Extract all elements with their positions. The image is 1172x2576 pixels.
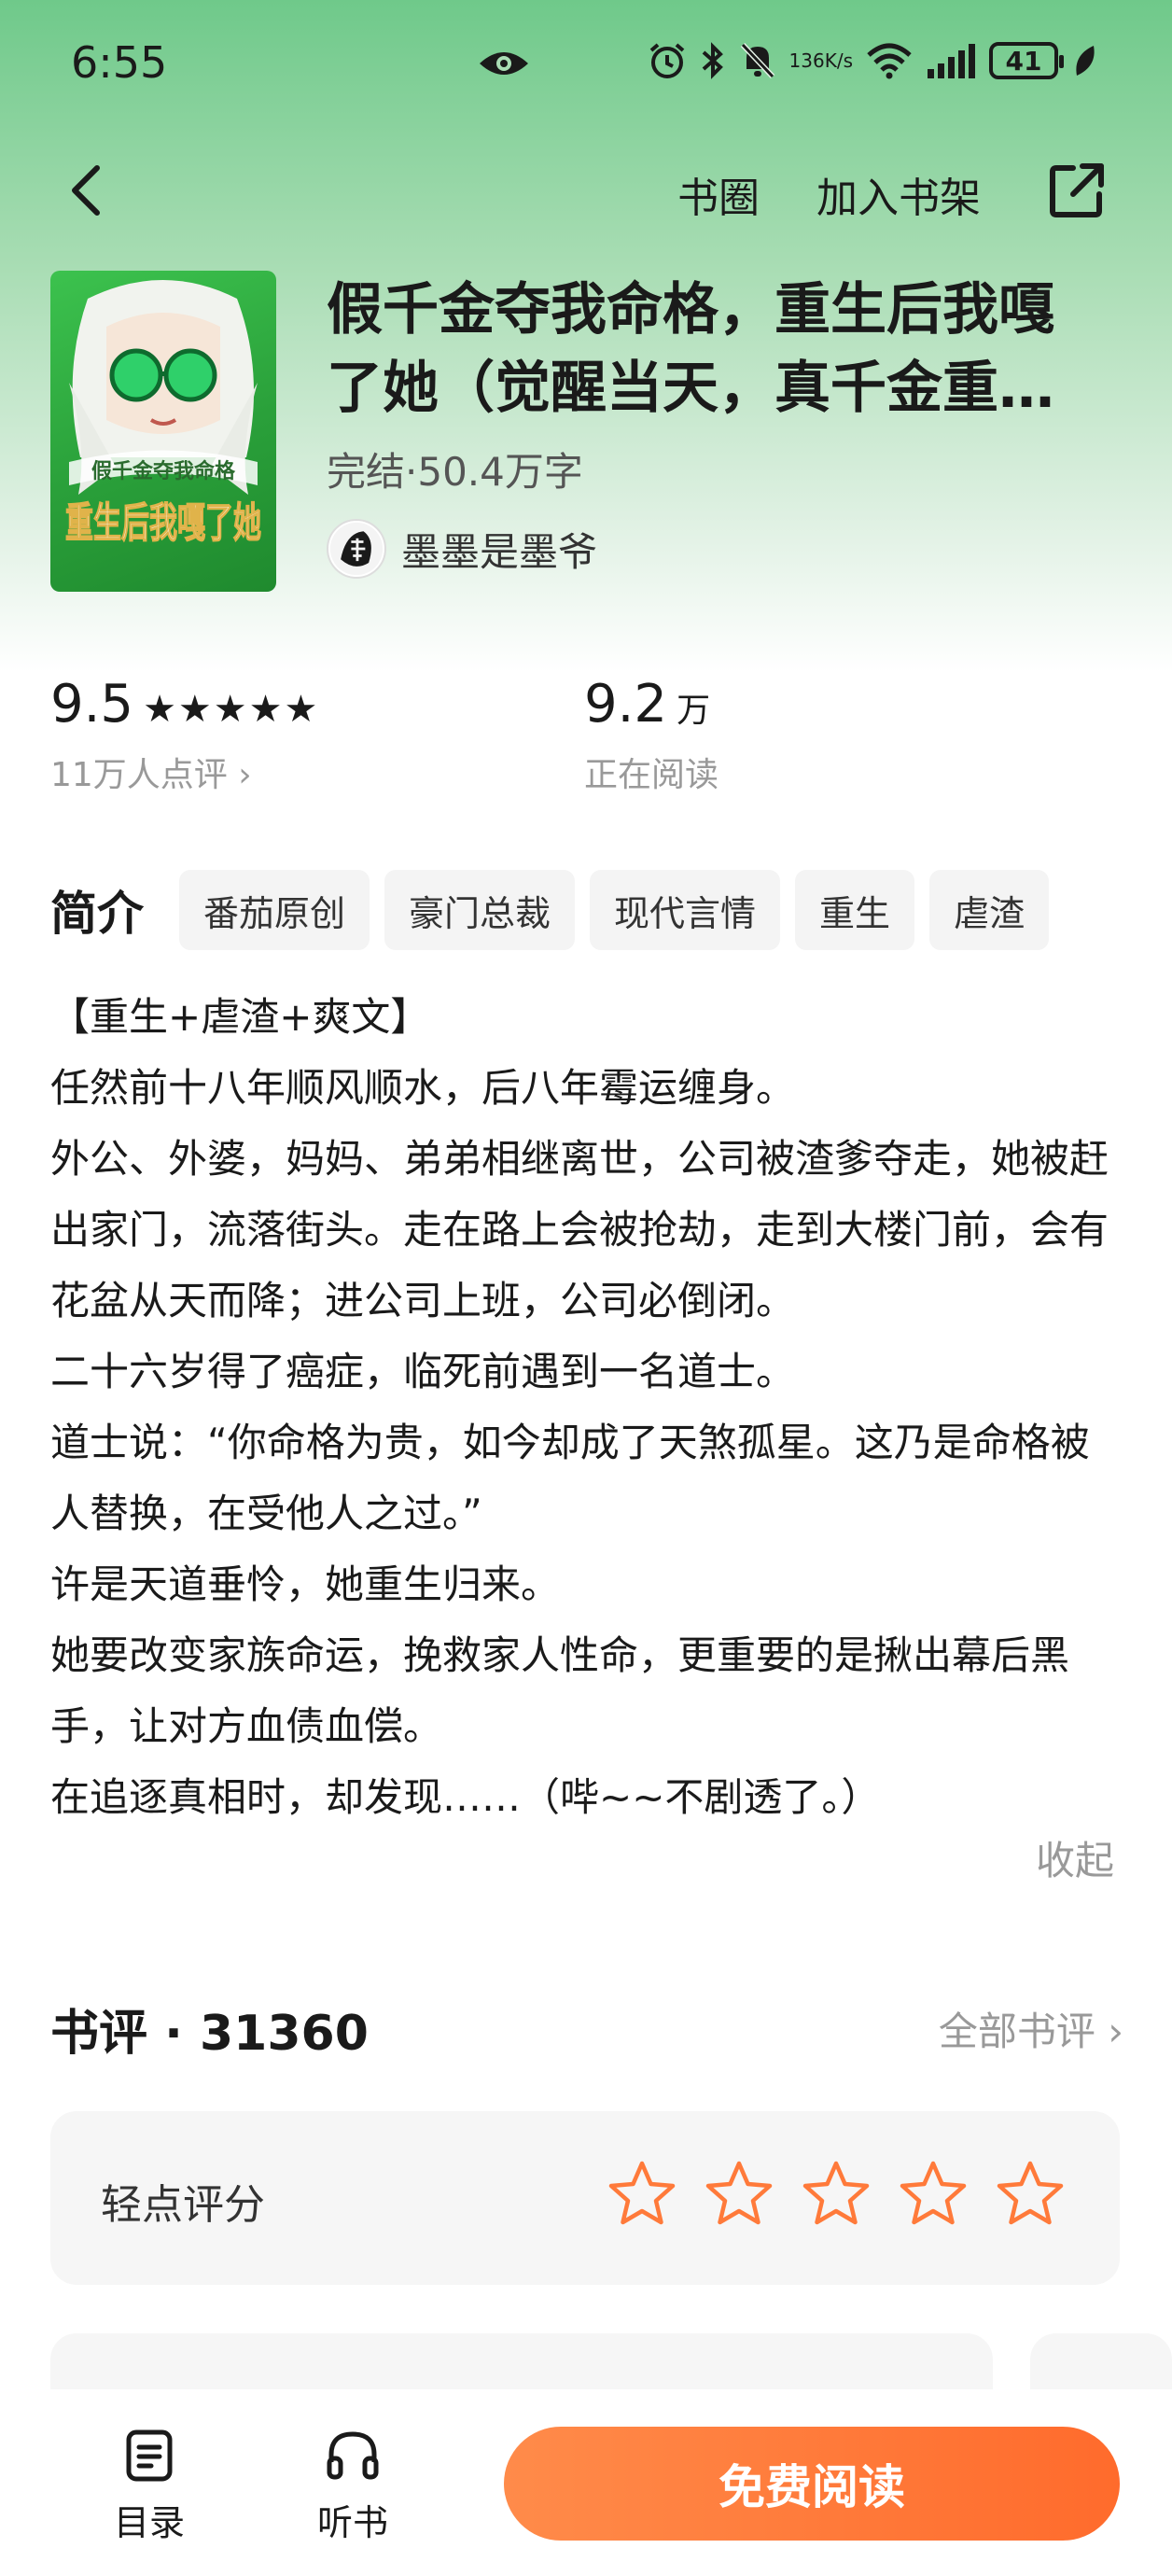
intro-heading: 简介 [50,887,144,941]
battery-indicator: 41 [989,42,1064,79]
readers-label: 正在阅读 [584,756,719,794]
star-outline-icon[interactable] [995,2158,1066,2229]
status-time: 6:55 [71,37,168,88]
rate-stars [607,2158,1066,2229]
back-button[interactable] [58,162,114,218]
nav-bar: 书圈 加入书架 [0,149,1172,233]
author-avatar [327,519,386,579]
share-icon [1050,163,1104,217]
star-outline-icon[interactable] [801,2158,872,2229]
cover-subtitle: 假千金夺我命格 [91,459,236,483]
readers-stat: 9.2 万 正在阅读 [584,674,719,796]
net-speed: 136 K/s [788,49,853,72]
author-name: 墨墨是墨爷 [401,528,598,575]
intro-row: 简介 番茄原创 豪门总裁 现代言情 重生 虐渣 [50,868,1133,952]
tag[interactable]: 虐渣 [929,870,1050,950]
signal-icon [926,43,976,78]
rating-stat[interactable]: 9.5 ★★★★★ 11万人点评 › [50,674,319,796]
list-icon [93,2429,205,2485]
listen-button[interactable]: 听书 [297,2429,409,2545]
share-button[interactable] [1047,161,1107,220]
free-read-button[interactable]: 免费阅读 [504,2427,1120,2541]
headphones-icon [297,2429,409,2485]
star-outline-icon[interactable] [704,2158,774,2229]
book-cover[interactable]: 假千金夺我命格 重生后我嘎了她 [50,271,276,592]
rating-stars: ★★★★★ [143,688,320,731]
bluetooth-icon [700,41,726,80]
collapse-button[interactable]: 收起 [1036,1829,1114,1886]
status-bar: 6:55 136 K/s 41 [0,0,1172,131]
chevron-right-icon: › [1095,2009,1123,2054]
star-outline-icon[interactable] [898,2158,969,2229]
rate-label: 轻点评分 [101,2181,265,2229]
toc-button[interactable]: 目录 [93,2429,205,2545]
rate-card: 轻点评分 [50,2111,1120,2285]
rating-count: 11万人点评 [50,756,228,794]
chevron-left-icon [72,165,100,216]
add-to-shelf-button[interactable]: 加入书架 [816,164,981,224]
synopsis-line: 二十六岁得了癌症，临死前遇到一名道士。 [50,1349,796,1394]
toc-label: 目录 [113,2502,185,2543]
leaf-icon [1071,42,1097,79]
listen-label: 听书 [316,2502,388,2543]
cover-title: 重生后我嘎了她 [65,499,261,547]
synopsis-line: 在追逐真相时，却发现……（哔~~不剧透了。） [50,1774,881,1820]
synopsis: 【重生+虐渣+爽文】 任然前十八年顺风顺水，后八年霉运缠身。 外公、外婆，妈妈、… [50,982,1114,1833]
star-outline-icon[interactable] [607,2158,677,2229]
alarm-icon [648,41,687,80]
author-row[interactable]: 墨墨是墨爷 [327,519,597,579]
tag[interactable]: 重生 [795,870,915,950]
readers-unit: 万 [677,692,711,730]
synopsis-line: 外公、外婆，妈妈、弟弟相继离世，公司被渣爹夺走，她被赶出家门，流落街头。走在路上… [50,1136,1109,1323]
book-status: 完结·50.4万字 [327,449,583,495]
bottom-bar: 目录 听书 免费阅读 [0,2389,1172,2576]
synopsis-line: 她要改变家族命运，挽救家人性命，更重要的是揪出幕后黑手，让对方血债血偿。 [50,1632,1070,1749]
all-reviews-link[interactable]: 全部书评 › [939,2000,1123,2057]
status-icons: 136 K/s 41 [648,41,1097,80]
synopsis-line: 许是天道垂怜，她重生归来。 [50,1561,561,1607]
tag[interactable]: 现代言情 [590,870,781,950]
book-circle-link[interactable]: 书圈 [677,164,760,224]
chevron-right-icon: › [227,756,252,794]
eye-icon [478,47,530,84]
wifi-icon [866,42,913,79]
cover-illustration: 假千金夺我命格 重生后我嘎了她 [64,280,262,548]
synopsis-line: 【重生+虐渣+爽文】 [50,994,430,1040]
review-title: 书评 · 31360 [50,2006,369,2062]
tag[interactable]: 豪门总裁 [384,870,576,950]
review-header: 书评 · 31360 全部书评 › [50,1994,1123,2064]
mute-bell-icon [739,41,776,80]
book-title: 假千金夺我命格，重生后我嘎了她（觉醒当天，真千金重生归来） [327,277,1054,421]
tag[interactable]: 番茄原创 [179,870,370,950]
readers-value: 9.2 [584,674,668,735]
synopsis-line: 任然前十八年顺风顺水，后八年霉运缠身。 [50,1065,796,1111]
synopsis-line: 道士说：“你命格为贵，如今却成了天煞孤星。这乃是命格被人替换，在受他人之过。” [50,1420,1090,1536]
rating-value: 9.5 [50,674,134,735]
